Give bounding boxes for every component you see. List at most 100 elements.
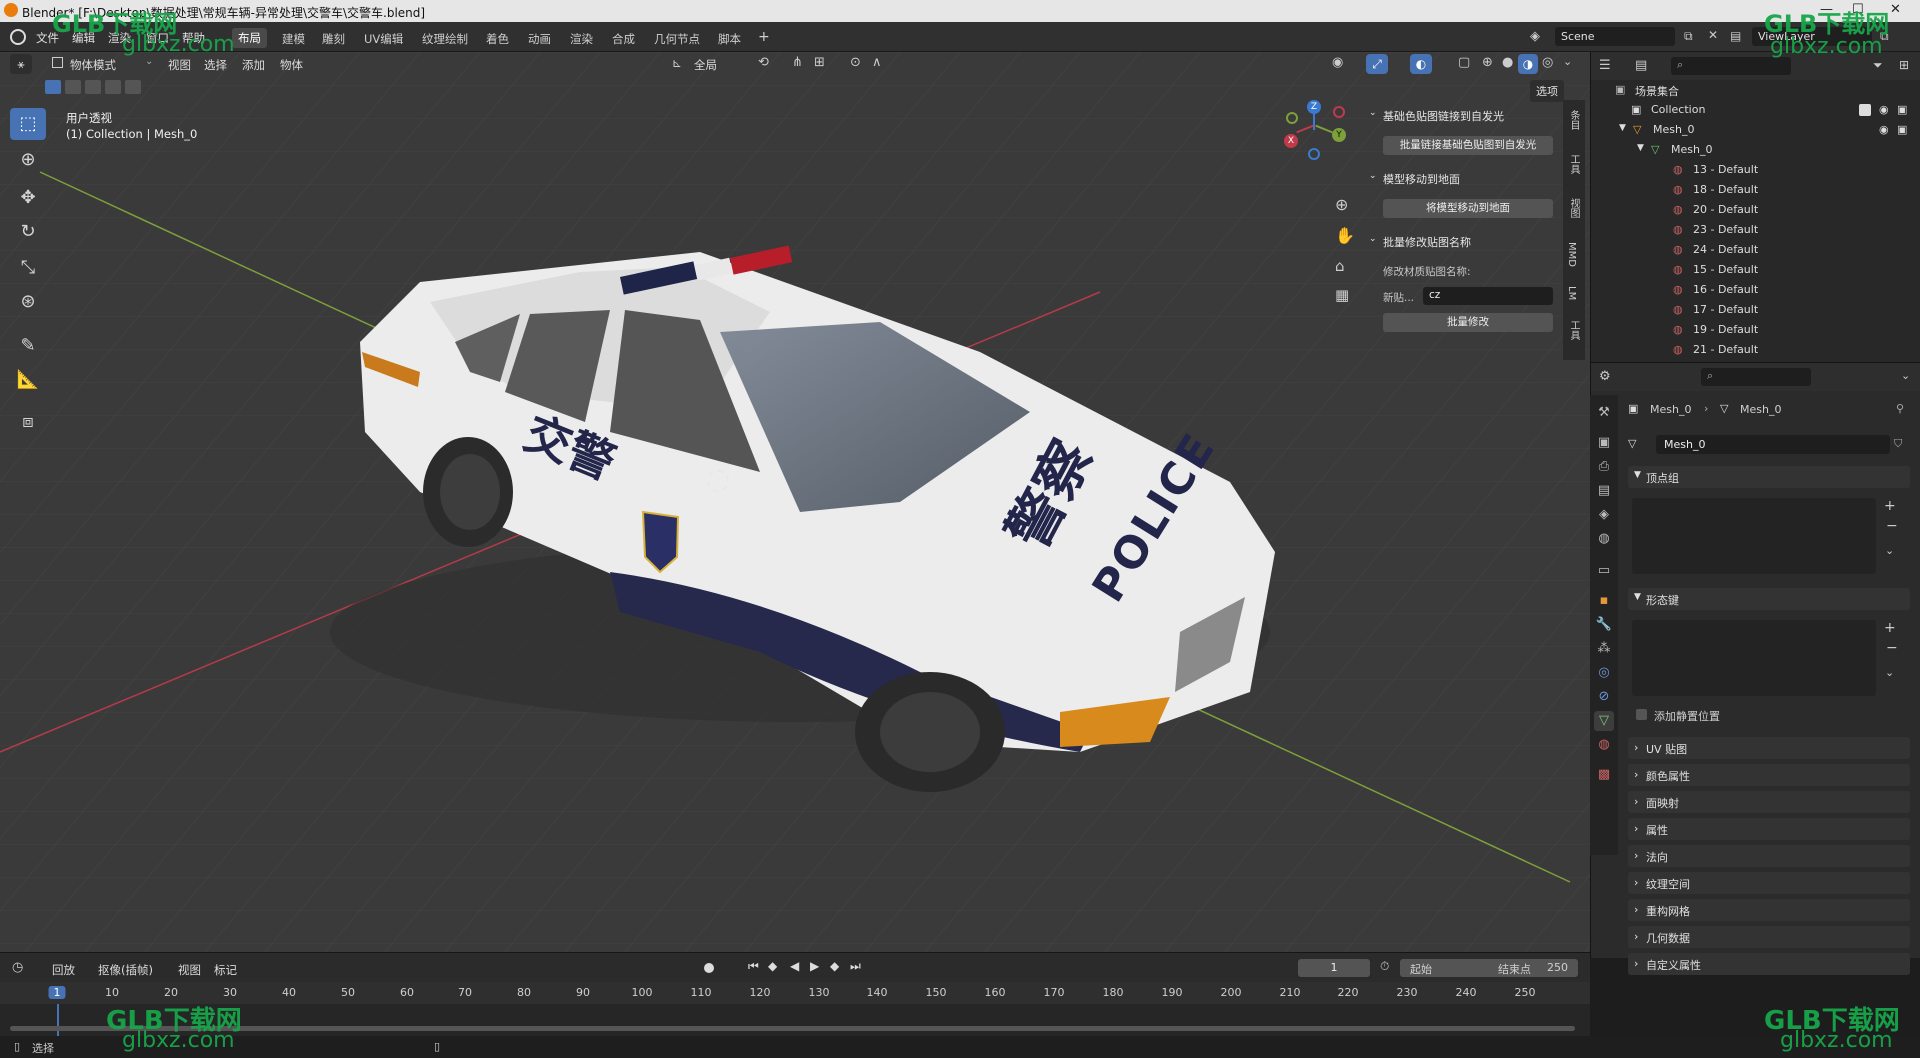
remesh-section[interactable]: › 重构网格: [1628, 899, 1910, 921]
timeline-scrollbar[interactable]: [10, 1026, 1575, 1031]
ortho-grid-icon[interactable]: ▦: [1335, 286, 1349, 304]
menu-select[interactable]: 选择: [204, 57, 227, 73]
outliner-material[interactable]: ◍ 23 - Default: [1591, 220, 1920, 240]
outliner-material[interactable]: ◍ 17 - Default: [1591, 300, 1920, 320]
mesh-data-tab-icon[interactable]: ▽: [1594, 711, 1614, 731]
vertex-groups-list[interactable]: [1632, 498, 1876, 574]
next-keyframe-icon[interactable]: ◆: [830, 959, 839, 973]
playhead-line[interactable]: [57, 1004, 59, 1040]
scene-field[interactable]: Scene: [1555, 27, 1675, 46]
jump-end-icon[interactable]: ⏭: [850, 959, 861, 974]
outliner-search-input[interactable]: [1671, 57, 1791, 75]
render-camera-icon[interactable]: ▣: [1897, 103, 1907, 116]
shading-wireframe-icon[interactable]: ⊕: [1482, 55, 1493, 70]
outliner-material[interactable]: ◍ 15 - Default: [1591, 260, 1920, 280]
select-extend-icon[interactable]: [65, 80, 81, 94]
zoom-icon[interactable]: ⊕: [1335, 195, 1348, 214]
outliner-material[interactable]: ◍ 20 - Default: [1591, 200, 1920, 220]
custom-properties-section[interactable]: › 自定义属性: [1628, 953, 1910, 975]
visibility-icon[interactable]: ◉: [1332, 55, 1343, 70]
render-tab-icon[interactable]: ▣: [1594, 433, 1614, 453]
outliner-material[interactable]: ◍ 24 - Default: [1591, 240, 1920, 260]
tab-animation[interactable]: 动画: [528, 31, 551, 47]
jump-start-icon[interactable]: ⏮: [748, 959, 759, 974]
options-chevron-icon[interactable]: ⌄: [1901, 369, 1910, 382]
view-layer-tab-icon[interactable]: ▤: [1594, 481, 1614, 501]
select-invert-icon[interactable]: [105, 80, 121, 94]
transform-tool-icon[interactable]: ⊛: [10, 286, 46, 318]
modifier-tab-icon[interactable]: 🔧: [1594, 615, 1614, 635]
3d-viewport[interactable]: 交警 警察 POLICE 用户透视 (1) Collection | Mesh_…: [0, 52, 1590, 952]
menu-keying[interactable]: 抠像(插帧): [98, 962, 153, 978]
shading-material-icon[interactable]: ◑: [1518, 54, 1538, 74]
stopwatch-icon[interactable]: ⏱: [1380, 959, 1389, 974]
object-mode-dropdown[interactable]: 物体模式: [70, 57, 116, 73]
tab-tool[interactable]: 工具: [1566, 154, 1581, 174]
select-intersect-icon[interactable]: [125, 80, 141, 94]
cursor-tool-icon[interactable]: ⊕: [10, 144, 46, 176]
shading-rendered-icon[interactable]: ◎: [1542, 55, 1553, 70]
constraints-tab-icon[interactable]: ⊘: [1594, 687, 1614, 707]
properties-editor-icon[interactable]: ⚙: [1599, 369, 1611, 384]
menu-marker[interactable]: 标记: [214, 962, 237, 978]
gizmo-x[interactable]: X: [1284, 134, 1298, 148]
add-vertex-group-icon[interactable]: +: [1884, 498, 1896, 514]
3d-cursor-icon[interactable]: [707, 470, 729, 492]
move-tool-icon[interactable]: ✥: [10, 182, 46, 214]
tab-compositing[interactable]: 合成: [612, 31, 635, 47]
blender-menu-icon[interactable]: [10, 29, 26, 45]
tab-item[interactable]: 条目: [1566, 110, 1581, 130]
section-chevron-icon[interactable]: ⌄: [1369, 234, 1377, 244]
close-button[interactable]: ✕: [1890, 2, 1901, 17]
outliner-material[interactable]: ◍ 19 - Default: [1591, 320, 1920, 340]
falloff-icon[interactable]: ∧: [872, 55, 882, 70]
output-tab-icon[interactable]: ⎙: [1594, 457, 1614, 477]
scene-icon[interactable]: ◈: [1530, 29, 1540, 44]
collection-tab-icon[interactable]: ▭: [1594, 561, 1614, 581]
tab-mmd[interactable]: MMD: [1566, 242, 1577, 267]
outliner-material[interactable]: ◍ 16 - Default: [1591, 280, 1920, 300]
tab-layout[interactable]: 布局: [232, 28, 267, 48]
tab-modeling[interactable]: 建模: [282, 31, 305, 47]
prev-keyframe-icon[interactable]: ◆: [768, 959, 777, 973]
tab-view[interactable]: 视图: [1566, 198, 1581, 218]
outliner-scene-collection[interactable]: ▣ 场景集合: [1591, 80, 1920, 100]
new-scene-icon[interactable]: ⧉: [1684, 29, 1693, 44]
editor-type-icon[interactable]: ⚹: [10, 54, 32, 74]
world-tab-icon[interactable]: ◍: [1594, 529, 1614, 549]
xray-icon[interactable]: ▢: [1458, 55, 1470, 70]
shading-options-icon[interactable]: ⌄: [1563, 55, 1572, 68]
add-shape-key-icon[interactable]: +: [1884, 620, 1896, 636]
menu-playback[interactable]: 回放: [52, 962, 75, 978]
viewlayer-icon[interactable]: ▤: [1730, 29, 1741, 43]
uv-maps-section[interactable]: › UV 贴图: [1628, 737, 1910, 759]
attributes-section[interactable]: › 属性: [1628, 818, 1910, 840]
outliner-object[interactable]: ▼ ▽ Mesh_0 ◉ ▣: [1591, 120, 1920, 140]
tool-tab-icon[interactable]: ⚒: [1594, 403, 1614, 423]
camera-view-icon[interactable]: ⌂: [1335, 257, 1345, 275]
end-frame-field[interactable]: 结束点 250: [1488, 959, 1578, 977]
expand-chevron-icon[interactable]: ▼: [1637, 143, 1644, 153]
outliner-collection[interactable]: ▣ Collection ◉ ▣: [1591, 100, 1920, 120]
shape-keys-section[interactable]: ▼ 形态键: [1628, 588, 1910, 610]
physics-tab-icon[interactable]: ◎: [1594, 663, 1614, 683]
tab-geometry-nodes[interactable]: 几何节点: [654, 31, 700, 47]
playhead-frame-label[interactable]: 1: [48, 986, 66, 999]
tab-scripting[interactable]: 脚本: [718, 31, 741, 47]
gizmo-toggle-icon[interactable]: ⤢: [1366, 54, 1388, 74]
section-chevron-icon[interactable]: ⌄: [1369, 171, 1377, 181]
tab-sculpting[interactable]: 雕刻: [322, 31, 345, 47]
pan-hand-icon[interactable]: ✋: [1335, 226, 1355, 245]
move-ground-section-title[interactable]: 模型移动到地面: [1383, 171, 1460, 187]
timeline-editor-icon[interactable]: ◷: [12, 960, 23, 975]
gizmo-z[interactable]: Z: [1307, 100, 1321, 114]
exclude-checkbox[interactable]: [1859, 104, 1871, 116]
display-mode-icon[interactable]: ▤: [1635, 58, 1647, 73]
link-basecolor-emission-button[interactable]: 批量链接基础色贴图到自发光: [1383, 136, 1553, 155]
select-subtract-icon[interactable]: [85, 80, 101, 94]
new-collection-icon[interactable]: ⊞: [1899, 58, 1909, 72]
play-icon[interactable]: ▶: [810, 959, 819, 973]
snap-target-icon[interactable]: ⊞: [814, 55, 825, 70]
pin-icon[interactable]: ⚲: [1896, 402, 1904, 415]
delete-scene-icon[interactable]: ✕: [1708, 28, 1718, 42]
